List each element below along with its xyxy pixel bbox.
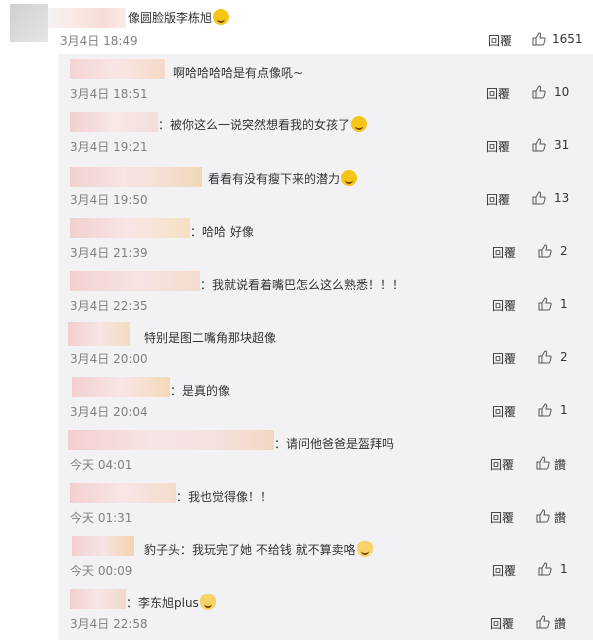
- like-count: 1: [560, 562, 568, 576]
- reply-text: 特别是图二嘴角那块超像: [144, 331, 277, 345]
- like-button-label[interactable]: 讚: [554, 509, 566, 526]
- like-icon[interactable]: [536, 456, 550, 470]
- username-blurred[interactable]: [68, 322, 130, 346]
- username-blurred[interactable]: [70, 59, 165, 79]
- like-icon[interactable]: [538, 244, 552, 258]
- comment-time: 3月4日 18:49: [60, 34, 138, 48]
- reply-text: 啊哈哈哈哈是有点像吼~: [173, 66, 304, 80]
- like-count: 2: [560, 244, 568, 258]
- replies-panel: 啊哈哈哈哈是有点像吼~ 3月4日 18:51 回覆 10 ：被你这么一说突然想看…: [58, 54, 593, 640]
- reply-time: 3月4日 19:21: [70, 140, 148, 154]
- like-count: 1: [560, 297, 568, 311]
- username-blurred[interactable]: [70, 167, 202, 187]
- reply-time: 3月4日 22:35: [70, 299, 148, 313]
- like-count: 1651: [552, 32, 583, 46]
- username-blurred[interactable]: [70, 112, 158, 132]
- cat-emoji: [199, 594, 216, 610]
- like-count: 31: [554, 138, 570, 152]
- like-count: 1: [560, 403, 568, 417]
- reply-time: 3月4日 20:00: [70, 352, 148, 366]
- reply-button[interactable]: 回覆: [490, 509, 514, 526]
- reply-button[interactable]: 回覆: [492, 403, 516, 420]
- username-blurred[interactable]: [68, 430, 274, 450]
- avatar[interactable]: [10, 4, 48, 42]
- like-icon[interactable]: [536, 615, 550, 629]
- like-count: 13: [554, 191, 570, 205]
- reply-time: 今天 01:31: [70, 511, 133, 525]
- reply-button[interactable]: 回覆: [492, 350, 516, 367]
- like-count: 10: [554, 85, 570, 99]
- reply-time: 3月4日 22:58: [70, 617, 148, 631]
- reply-text: ：李东旭plus: [126, 594, 216, 611]
- reply-time: 3月4日 21:39: [70, 246, 148, 260]
- username-blurred[interactable]: [72, 536, 134, 556]
- reply-button[interactable]: 回覆: [492, 562, 516, 579]
- reply-text: ：被你这么一说突然想看我的女孩了: [158, 116, 368, 133]
- laugh-cry-emoji: [351, 116, 368, 132]
- like-icon[interactable]: [532, 85, 546, 99]
- reply-time: 今天 04:01: [70, 458, 133, 472]
- reply-text: ：哈哈 好像: [190, 225, 254, 239]
- username-blurred[interactable]: [70, 589, 126, 609]
- username-blurred[interactable]: [48, 8, 126, 28]
- like-icon[interactable]: [532, 191, 546, 205]
- like-icon[interactable]: [532, 32, 546, 46]
- like-icon[interactable]: [532, 138, 546, 152]
- reply-button[interactable]: 回覆: [486, 191, 510, 208]
- cat-emoji: [356, 541, 373, 557]
- comment-text: 像圆脸版李栋旭: [128, 9, 230, 26]
- reply-text: ：我就说看着嘴巴怎么这么熟悉！！！: [200, 278, 405, 292]
- like-count: 2: [560, 350, 568, 364]
- reply-button[interactable]: 回覆: [486, 85, 510, 102]
- username-blurred[interactable]: [70, 271, 200, 291]
- like-icon[interactable]: [538, 297, 552, 311]
- like-icon[interactable]: [536, 509, 550, 523]
- reply-text: ：是真的像: [170, 384, 231, 398]
- reply-text: 豹子头：我玩完了她 不给钱 就不算卖咯: [144, 541, 373, 558]
- like-icon[interactable]: [538, 403, 552, 417]
- like-icon[interactable]: [538, 562, 552, 576]
- reply-time: 3月4日 18:51: [70, 87, 148, 101]
- username-blurred[interactable]: [72, 377, 170, 397]
- reply-text: ：我也觉得像！！: [176, 490, 273, 504]
- username-blurred[interactable]: [70, 483, 176, 503]
- reply-button[interactable]: 回覆: [490, 615, 514, 632]
- reply-text: 看看有没有瘦下来的潜力: [208, 170, 358, 187]
- username-blurred[interactable]: [70, 218, 190, 238]
- reply-time: 今天 00:09: [70, 564, 133, 578]
- laugh-cry-emoji: [213, 9, 230, 25]
- like-button-label[interactable]: 讚: [554, 615, 566, 632]
- like-icon[interactable]: [538, 350, 552, 364]
- reply-button[interactable]: 回覆: [490, 456, 514, 473]
- reply-button[interactable]: 回覆: [492, 244, 516, 261]
- reply-time: 3月4日 20:04: [70, 405, 148, 419]
- reply-time: 3月4日 19:50: [70, 193, 148, 207]
- reply-text: ：请问他爸爸是盔拜吗: [274, 437, 395, 451]
- reply-button[interactable]: 回覆: [486, 138, 510, 155]
- laugh-cry-emoji: [341, 170, 358, 186]
- reply-button[interactable]: 回覆: [492, 297, 516, 314]
- reply-button[interactable]: 回覆: [488, 32, 512, 49]
- like-button-label[interactable]: 讚: [554, 456, 566, 473]
